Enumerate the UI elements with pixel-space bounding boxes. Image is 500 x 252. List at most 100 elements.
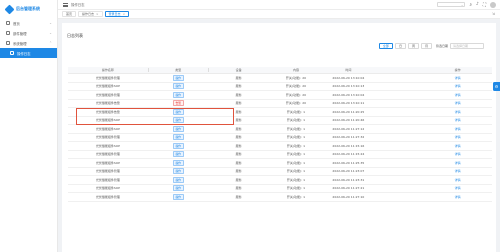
cell-device: 服务: [235, 84, 242, 89]
detail-link[interactable]: 详情: [455, 169, 461, 173]
detail-link[interactable]: 详情: [455, 101, 461, 105]
cell-device: 服务: [235, 152, 242, 157]
type-badge: 操作: [172, 193, 184, 200]
cell-action: 详情: [423, 76, 492, 80]
detail-link[interactable]: 详情: [455, 144, 461, 148]
cell-action: 详情: [423, 127, 492, 131]
cell-device: 服务: [235, 126, 242, 131]
detail-link[interactable]: 详情: [455, 76, 461, 80]
cell-name: 光伏储能组件SOP: [95, 126, 120, 131]
filter-day-button[interactable]: 日: [394, 43, 406, 49]
cell-device: 服务: [235, 160, 242, 165]
parts-icon: [6, 31, 10, 35]
project-select[interactable]: ⌄: [437, 2, 466, 7]
sidebar-item-home[interactable]: 首页 ⌄: [0, 18, 57, 28]
sidebar-item-operation-log[interactable]: 操作日志: [0, 48, 57, 58]
detail-link[interactable]: 详情: [455, 161, 461, 165]
cell-type: 告警: [148, 100, 208, 107]
type-badge: 操作: [172, 134, 184, 141]
cell-name: 光伏储能组件SOP: [95, 186, 120, 191]
table-row: 光伏储能组件管理 操作 服务 开关(功能): 1 2022-06-20 11:27:32…: [68, 134, 492, 142]
tabs-more-icon[interactable]: ⇲: [492, 12, 500, 16]
chevron-down-icon: ⌄: [49, 21, 52, 25]
cell-content: 开关(功能): 1: [286, 135, 306, 140]
cell-name: 光伏储能组件SOP: [95, 143, 120, 148]
cell-time: 2022-06-20 11:15:16: [332, 143, 365, 148]
close-icon[interactable]: ×: [123, 12, 126, 16]
log-panel: 日志列表 全部 日 周 月 筛选日期 请选择日期 操作名称 类型 设备 内容 时…: [62, 23, 496, 252]
detail-link[interactable]: 详情: [455, 135, 461, 139]
detail-link[interactable]: 详情: [455, 84, 461, 88]
log-icon: [10, 51, 14, 55]
type-badge: 操作: [172, 185, 184, 192]
table-row: 光伏储能组件SOP 操作 服务 开关(功能): 20 2022-06-20 13:10:…: [68, 83, 492, 91]
cell-device: 服务: [235, 92, 242, 97]
detail-link[interactable]: 详情: [455, 127, 461, 131]
cell-name: 光伏储能组件管理: [95, 75, 120, 80]
cell-action: 详情: [423, 144, 492, 148]
tab-operation-log[interactable]: 操作日志 ×: [78, 11, 103, 17]
app-root: 后台管理系统 首页 ⌄ 部件管理 ⌄ 系统管理 ⌃ 操作日志 操作日志 ⌄ ⌕ …: [0, 0, 500, 252]
cell-time: 2022-06-20 11:27:12: [332, 126, 365, 131]
app-title: 后台管理系统: [16, 6, 40, 11]
type-badge: 操作: [172, 151, 184, 158]
cell-content: 开关(功能): 1: [286, 152, 306, 157]
cell-time: 2022-06-20 11:20:25: [332, 109, 365, 114]
search-icon[interactable]: ⌕: [469, 2, 472, 8]
cell-device: 服务: [235, 177, 242, 182]
tab-home[interactable]: 首页: [62, 11, 77, 17]
fullscreen-icon[interactable]: ⛶: [483, 2, 486, 8]
table-row: 光伏储能组件管理 操作 服务 开关(功能): 20 2022-06-20 13:10:0…: [68, 74, 492, 83]
type-badge: 操作: [172, 83, 184, 90]
avatar[interactable]: [490, 1, 496, 8]
filter-week-button[interactable]: 周: [407, 43, 419, 49]
bell-icon[interactable]: ♪: [476, 2, 479, 7]
top-right-tools: ⌄ ⌕ ♪ ⛶: [437, 1, 500, 8]
table-row: 光伏储能组件告警 告警 服务 开关(功能): 20 2022-06-20 13:10:1…: [68, 100, 492, 108]
cell-name: 光伏储能组件SOP: [95, 84, 120, 89]
close-icon[interactable]: ×: [96, 12, 99, 16]
type-badge: 操作: [172, 91, 184, 98]
cell-content: 开关(功能): 1: [286, 160, 306, 165]
detail-link[interactable]: 详情: [455, 110, 461, 114]
tab-label: 首页: [66, 12, 73, 16]
cell-name: 光伏储能组件SOP: [95, 160, 120, 165]
table-row: 光伏储能组件管理 操作 服务 开关(功能): 1 2022-06-20 11:27:10…: [68, 193, 492, 202]
filter-all-button[interactable]: 全部: [378, 43, 393, 49]
cell-device: 服务: [235, 186, 242, 191]
cell-time: 2022-06-20 11:20:46: [332, 118, 365, 123]
settings-float-icon[interactable]: ⚙: [493, 82, 500, 91]
cell-content: 开关(功能): 1: [286, 169, 306, 174]
app-logo[interactable]: 后台管理系统: [0, 0, 57, 18]
column-header: 操作名称: [101, 68, 114, 72]
sidebar-item-system[interactable]: 系统管理 ⌃: [0, 38, 57, 48]
detail-link[interactable]: 详情: [455, 186, 461, 190]
detail-link[interactable]: 详情: [455, 152, 461, 156]
filter-month-button[interactable]: 月: [420, 43, 432, 49]
cell-device: 服务: [235, 169, 242, 174]
cell-content: 开关(功能): 1: [286, 109, 306, 114]
table-row: 光伏储能组件SOP 操作 服务 开关(功能): 1 2022-06-20 11:27:2…: [68, 185, 492, 193]
tab-login-log[interactable]: 登录日志 ×: [104, 11, 130, 17]
cell-device: 服务: [235, 75, 242, 80]
cell-name: 光伏储能组件管理: [95, 135, 120, 140]
type-badge: 操作: [172, 176, 184, 183]
cell-time: 2022-06-20 11:23:07: [332, 169, 365, 174]
detail-link[interactable]: 详情: [455, 178, 461, 182]
home-icon: [6, 21, 10, 25]
detail-link[interactable]: 详情: [455, 195, 461, 199]
top-bar: 操作日志 ⌄ ⌕ ♪ ⛶: [58, 0, 500, 10]
cell-content: 开关(功能): 1: [286, 186, 306, 191]
breadcrumb: 操作日志: [71, 3, 85, 7]
table-row: 光伏储能组件SOP 操作 服务 开关(功能): 1 2022-06-20 11:15:1…: [68, 142, 492, 151]
detail-link[interactable]: 详情: [455, 93, 461, 97]
highlight-box: [76, 108, 234, 125]
date-picker-input[interactable]: 请选择日期: [450, 43, 484, 49]
sidebar-item-parts[interactable]: 部件管理 ⌄: [0, 28, 57, 38]
detail-link[interactable]: 详情: [455, 118, 461, 122]
sidebar-item-label: 系统管理: [13, 41, 27, 46]
log-table: 操作名称 类型 设备 内容 时间 操作 光伏储能组件管理 操作 服务 开关(功能): …: [68, 67, 492, 202]
chevron-down-icon: ⌄: [49, 31, 52, 35]
menu-toggle-icon[interactable]: [63, 2, 68, 7]
cell-name: 光伏储能组件管理: [95, 152, 120, 157]
